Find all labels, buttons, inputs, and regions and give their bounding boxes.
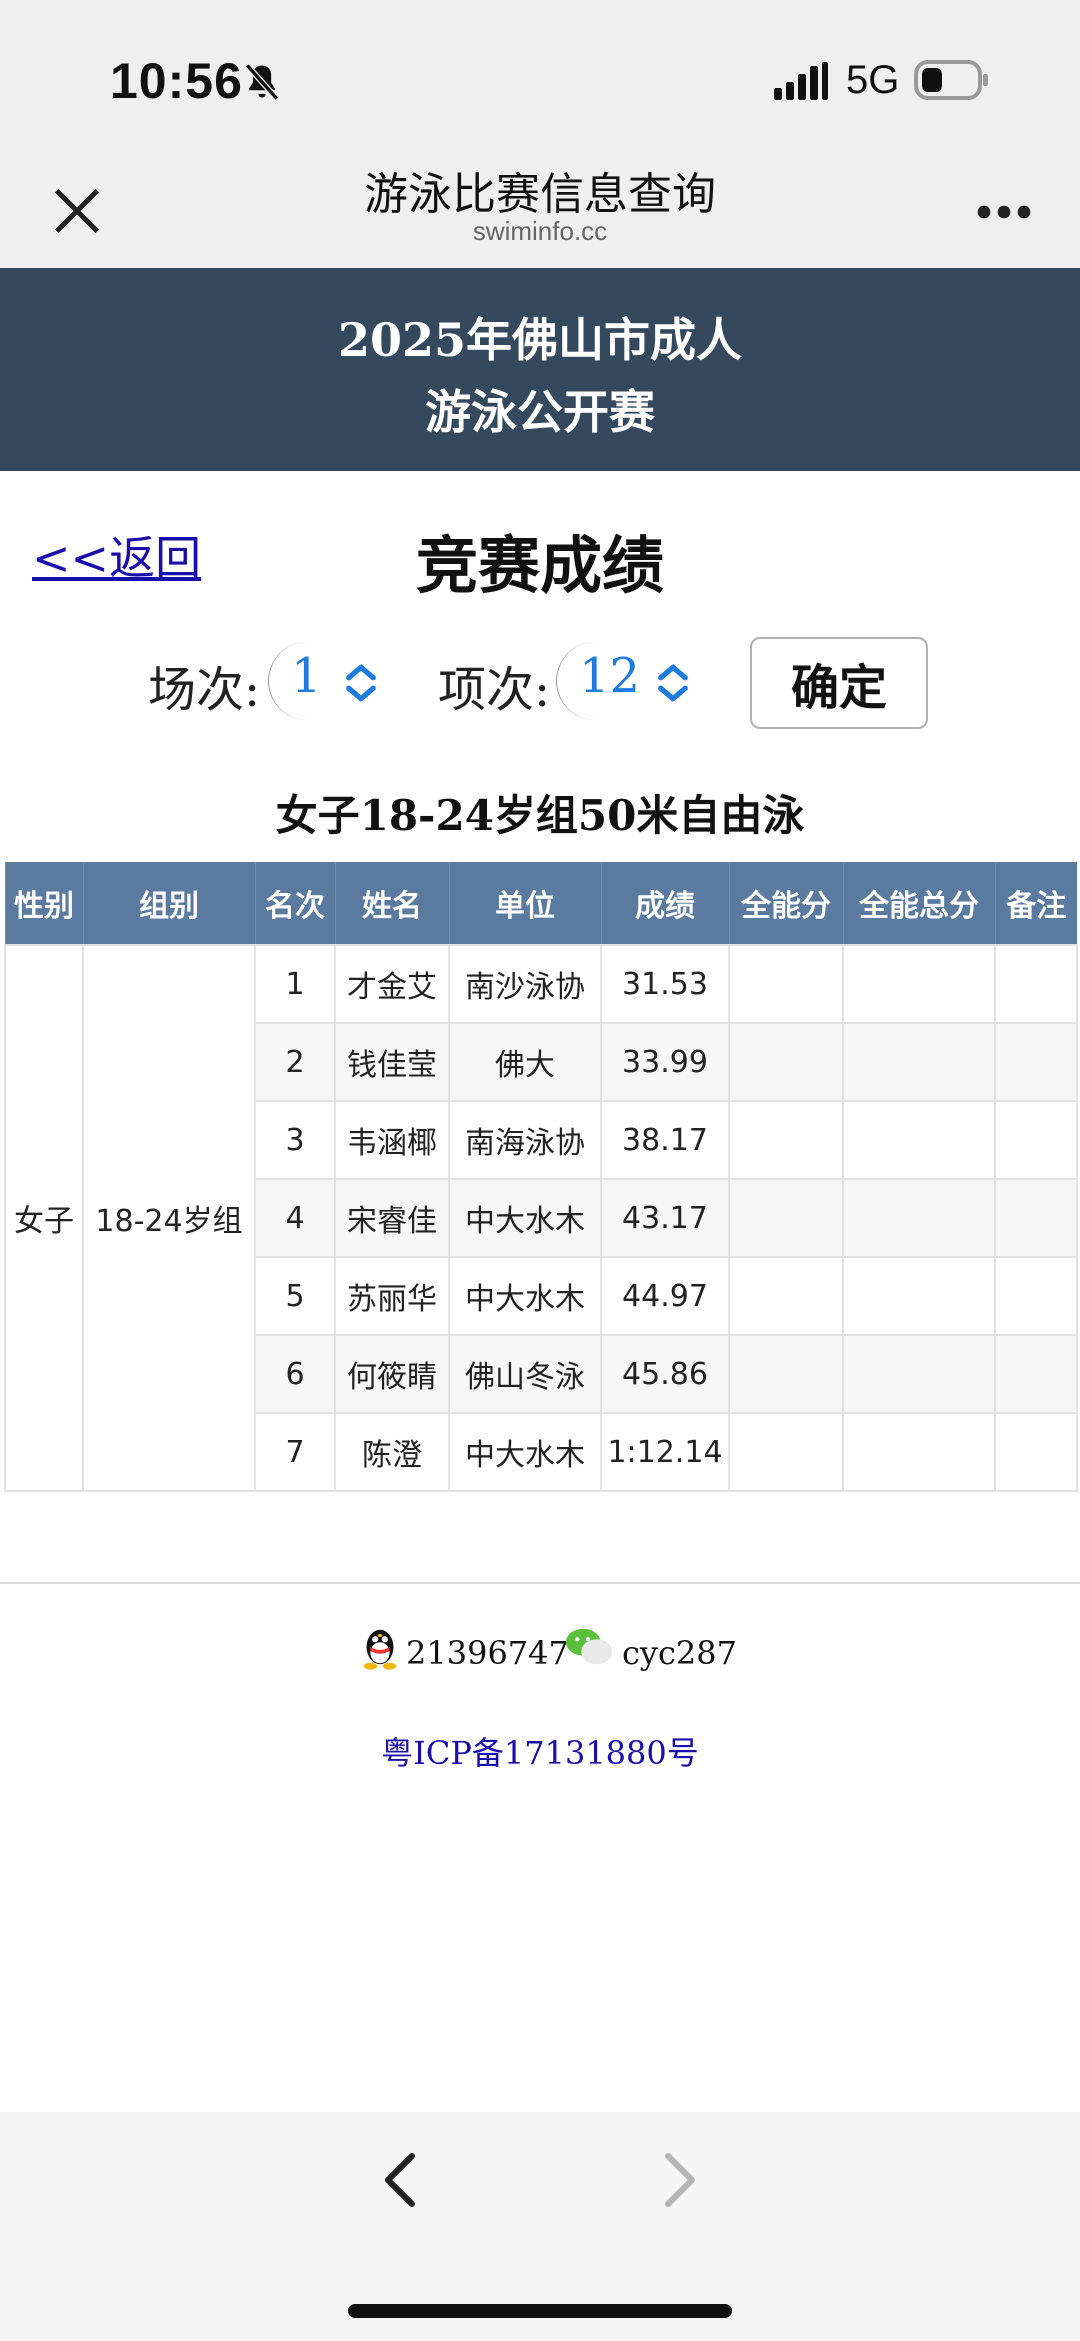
result-cell: 38.17 [600,1100,730,1180]
confirm-button[interactable]: 确定 [750,637,928,729]
name-cell: 宋睿佳 [334,1178,450,1258]
qq-number: 21396747 [406,1634,569,1672]
header-result: 成绩 [600,862,729,945]
table-row: 女子 18-24岁组 1 才金艾 南沙泳协 31.53 [4,944,1078,1492]
event-select-value: 12 [579,648,641,704]
result-cell: 31.53 [600,944,730,1024]
unit-cell: 中大水木 [448,1178,602,1258]
network-label: 5G [846,58,900,102]
header-gender: 性别 [4,862,83,945]
name-cell: 何筱睛 [334,1334,450,1414]
battery-icon [914,60,988,100]
rank-cell: 4 [254,1178,336,1258]
banner-line-2: 游泳公开赛 [425,385,655,439]
allround-score-cell [728,1100,844,1180]
signal-icon [774,62,828,100]
allround-score-cell [728,944,844,1024]
competition-banner: 2025年佛山市成人 游泳公开赛 [0,268,1080,471]
rank-cell: 3 [254,1100,336,1180]
event-select[interactable]: 12 [556,642,699,720]
header-group: 组别 [82,862,255,945]
results-table: 性别 组别 名次 姓名 单位 成绩 全能分 全能总分 备注 女子 18-24岁组… [4,862,1078,1492]
table-header-row: 性别 组别 名次 姓名 单位 成绩 全能分 全能总分 备注 [4,862,1077,945]
header-name: 姓名 [334,862,449,945]
bottom-toolbar [0,2112,1080,2341]
name-cell: 韦涵椰 [334,1100,450,1180]
header-unit: 单位 [448,862,601,945]
remarks-cell [994,1178,1078,1258]
remarks-cell [994,944,1078,1024]
result-cell: 1:12.14 [600,1412,730,1492]
chevron-updown-icon [658,664,688,702]
allround-total-cell [842,1412,996,1492]
result-cell: 33.99 [600,1022,730,1102]
wechat-id: cyc287 [622,1634,737,1672]
gender-cell: 女子 [4,944,84,1492]
allround-total-cell [842,1100,996,1180]
status-bar: 10:56 5G [0,0,1080,150]
remarks-cell [994,1022,1078,1102]
rank-cell: 1 [254,944,336,1024]
name-cell: 才金艾 [334,944,450,1024]
result-cell: 45.86 [600,1334,730,1414]
page-title: 竞赛成绩 [415,529,664,602]
allround-score-cell [728,1256,844,1336]
footer-divider [0,1582,1080,1584]
chevron-updown-icon [346,664,376,702]
allround-total-cell [842,1256,996,1336]
status-time: 10:56 [110,53,243,109]
name-cell: 陈澄 [334,1412,450,1492]
event-title: 女子18-24岁组50米自由泳 [275,791,805,840]
header-remarks: 备注 [994,862,1077,945]
header-rank: 名次 [254,862,335,945]
remarks-cell [994,1100,1078,1180]
unit-cell: 佛山冬泳 [448,1334,602,1414]
name-cell: 苏丽华 [334,1256,450,1336]
icp-link[interactable]: 粤ICP备17131880号 [0,1728,1080,1774]
bell-slash-icon [245,63,279,101]
name-cell: 钱佳莹 [334,1022,450,1102]
allround-score-cell [728,1412,844,1492]
allround-total-cell [842,1178,996,1258]
session-select-value: 1 [291,648,322,704]
allround-total-cell [842,944,996,1024]
session-label: 场次: [148,662,261,718]
rank-cell: 5 [254,1256,336,1336]
nav-title: 游泳比赛信息查询 [364,169,716,220]
allround-total-cell [842,1334,996,1414]
unit-cell: 中大水木 [448,1256,602,1336]
allround-total-cell [842,1022,996,1102]
rank-cell: 2 [254,1022,336,1102]
unit-cell: 南沙泳协 [448,944,602,1024]
forward-arrow-icon[interactable] [660,2150,700,2210]
remarks-cell [994,1256,1078,1336]
result-cell: 44.97 [600,1256,730,1336]
rank-cell: 7 [254,1412,336,1492]
contact-row: 21396747 cyc287 [0,1622,1080,1682]
nav-subtitle: swiminfo.cc [472,216,608,246]
header-allround-total: 全能总分 [842,862,995,945]
banner-line-1: 2025年佛山市成人 [337,313,743,367]
result-cell: 43.17 [600,1178,730,1258]
back-arrow-icon[interactable] [380,2150,420,2210]
allround-score-cell [728,1022,844,1102]
group-cell: 18-24岁组 [82,944,256,1492]
wechat-icon [565,1628,613,1665]
event-label: 项次: [438,662,551,718]
nav-header: 游泳比赛信息查询 swiminfo.cc [0,150,1080,268]
allround-score-cell [728,1334,844,1414]
unit-cell: 南海泳协 [448,1100,602,1180]
unit-cell: 佛大 [448,1022,602,1102]
home-indicator [348,2304,732,2318]
remarks-cell [994,1334,1078,1414]
allround-score-cell [728,1178,844,1258]
header-allround-score: 全能分 [728,862,843,945]
more-icon[interactable] [976,204,1032,220]
rank-cell: 6 [254,1334,336,1414]
qq-icon [363,1629,397,1670]
remarks-cell [994,1412,1078,1492]
session-select[interactable]: 1 [268,642,387,720]
unit-cell: 中大水木 [448,1412,602,1492]
